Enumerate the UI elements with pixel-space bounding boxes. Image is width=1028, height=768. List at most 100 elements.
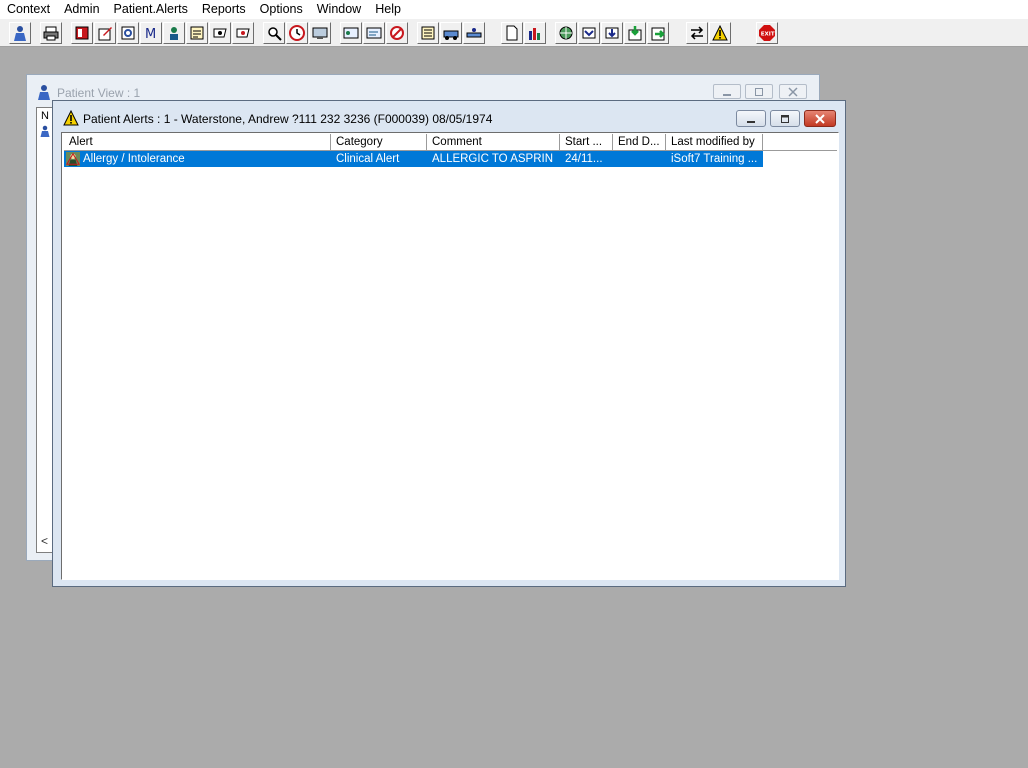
- svg-text:EXIT: EXIT: [761, 32, 775, 38]
- note-icon: [366, 27, 382, 39]
- maximize-icon: [781, 114, 789, 123]
- search-doc-icon: [121, 26, 135, 40]
- patient-view-minimize-button[interactable]: [713, 84, 741, 99]
- card-button[interactable]: [340, 22, 362, 44]
- menu-bar: Context Admin Patient.Alerts Reports Opt…: [0, 0, 1028, 18]
- tray-in-icon: [582, 27, 596, 39]
- form-icon: [190, 26, 204, 40]
- chart-icon: [529, 28, 540, 40]
- notes-icon: [421, 26, 435, 40]
- cell-category: Clinical Alert: [336, 153, 400, 165]
- document-button[interactable]: [501, 22, 523, 44]
- cell-last-modified-by: iSoft7 Training ...: [671, 153, 758, 165]
- cell-start-date: 24/11...: [565, 153, 603, 165]
- doctor-icon: [170, 27, 178, 40]
- arrow-green-icon: [628, 26, 642, 41]
- book-icon: [75, 26, 89, 40]
- patient-alerts-titlebar[interactable]: Patient Alerts : 1 - Waterstone, Andrew …: [53, 101, 845, 131]
- flag-button[interactable]: [209, 22, 231, 44]
- search-doc-button[interactable]: [117, 22, 139, 44]
- tray-in-button[interactable]: [578, 22, 600, 44]
- card-icon: [343, 27, 359, 39]
- alerts-list-header: Alert Category Comment Start ... End D..…: [64, 134, 763, 151]
- swap-icon: [690, 26, 704, 40]
- patient-row-icon: [40, 125, 50, 137]
- exit-icon: EXIT: [759, 25, 775, 41]
- menu-context[interactable]: Context: [0, 0, 57, 18]
- doctor-button[interactable]: [163, 22, 185, 44]
- mail-icon: M: [145, 27, 156, 41]
- column-comment[interactable]: Comment: [427, 134, 560, 151]
- globe-icon: [559, 26, 573, 40]
- allergy-alert-icon: [66, 152, 80, 166]
- patient-view-column-header: N: [41, 110, 49, 122]
- close-icon: [815, 113, 825, 124]
- forbidden-icon: [390, 26, 404, 40]
- transfer-icon: [443, 30, 459, 40]
- cell-alert: Allergy / Intolerance: [83, 153, 185, 165]
- arrow-right-icon: [651, 27, 665, 41]
- warning-icon: [63, 110, 79, 126]
- alerts-list[interactable]: Alert Category Comment Start ... End D..…: [61, 132, 839, 580]
- book-button[interactable]: [71, 22, 93, 44]
- exit-button[interactable]: EXIT: [756, 22, 778, 44]
- menu-reports[interactable]: Reports: [195, 0, 253, 18]
- menu-admin[interactable]: Admin: [57, 0, 106, 18]
- flag-alt-icon: [236, 28, 250, 38]
- edit-icon: [98, 27, 112, 41]
- svg-text:M: M: [145, 27, 156, 41]
- transfer-button[interactable]: [440, 22, 462, 44]
- arrow-right-button[interactable]: [647, 22, 669, 44]
- flag-alt-button[interactable]: [232, 22, 254, 44]
- globe-button[interactable]: [555, 22, 577, 44]
- alerts-close-button[interactable]: [804, 110, 836, 127]
- find-icon: [268, 27, 282, 41]
- patient-alerts-title: Patient Alerts : 1 - Waterstone, Andrew …: [83, 112, 493, 126]
- forbidden-button[interactable]: [386, 22, 408, 44]
- printer-icon: [43, 26, 59, 41]
- column-last-modified-by[interactable]: Last modified by: [666, 134, 763, 151]
- screen-button[interactable]: [309, 22, 331, 44]
- mail-button[interactable]: M: [140, 22, 162, 44]
- clock-icon: [289, 25, 305, 41]
- notes-button[interactable]: [417, 22, 439, 44]
- bed-icon: [466, 28, 482, 38]
- column-category[interactable]: Category: [331, 134, 427, 151]
- form-button[interactable]: [186, 22, 208, 44]
- chart-button[interactable]: [524, 22, 546, 44]
- menu-options[interactable]: Options: [253, 0, 310, 18]
- patient-icon: [38, 85, 50, 100]
- table-row[interactable]: Allergy / Intolerance Clinical Alert ALL…: [64, 151, 763, 167]
- arrow-green-button[interactable]: [624, 22, 646, 44]
- user-button[interactable]: [9, 22, 31, 44]
- flag-icon: [213, 28, 227, 38]
- warning-button[interactable]: [709, 22, 731, 44]
- alerts-minimize-button[interactable]: [736, 110, 766, 127]
- column-alert[interactable]: Alert: [64, 134, 331, 151]
- edit-button[interactable]: [94, 22, 116, 44]
- menu-help[interactable]: Help: [368, 0, 408, 18]
- maximize-icon: [755, 87, 763, 96]
- screen-icon: [312, 27, 328, 39]
- cell-end-date: [613, 151, 666, 167]
- patient-view-close-button[interactable]: [779, 84, 807, 99]
- column-end-date[interactable]: End D...: [613, 134, 666, 151]
- cell-comment: ALLERGIC TO ASPRIN: [432, 153, 554, 165]
- find-button[interactable]: [263, 22, 285, 44]
- tray-down-button[interactable]: [601, 22, 623, 44]
- close-icon: [788, 86, 798, 97]
- patient-view-title: Patient View : 1: [57, 86, 141, 100]
- bed-button[interactable]: [463, 22, 485, 44]
- patient-alerts-window[interactable]: Patient Alerts : 1 - Waterstone, Andrew …: [52, 100, 846, 587]
- patient-view-maximize-button[interactable]: [745, 84, 773, 99]
- alerts-maximize-button[interactable]: [770, 110, 800, 127]
- menu-patient-alerts[interactable]: Patient.Alerts: [107, 0, 195, 18]
- note-button[interactable]: [363, 22, 385, 44]
- menu-window[interactable]: Window: [310, 0, 368, 18]
- swap-button[interactable]: [686, 22, 708, 44]
- column-start-date[interactable]: Start ...: [560, 134, 613, 151]
- scroll-left-button[interactable]: <: [41, 534, 48, 548]
- minimize-icon: [747, 120, 755, 123]
- print-button[interactable]: [40, 22, 62, 44]
- clock-button[interactable]: [286, 22, 308, 44]
